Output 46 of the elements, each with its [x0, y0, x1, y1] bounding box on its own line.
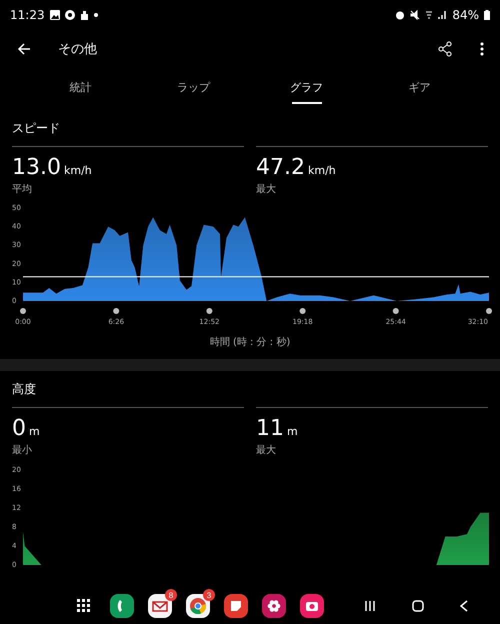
stat-label: 平均 [12, 183, 33, 196]
battery-icon [484, 10, 490, 20]
stat-value: 47.2 [256, 155, 305, 180]
stat-unit: km/h [308, 164, 336, 177]
image-icon [50, 10, 60, 20]
dot-icon [94, 13, 98, 17]
stat-label: 最小 [12, 444, 33, 457]
browser-app-icon[interactable] [186, 594, 210, 618]
circle-icon [64, 10, 75, 20]
stat-unit: m [29, 425, 40, 438]
stat-value: 11 [256, 416, 284, 441]
tab[interactable]: グラフ [250, 68, 363, 110]
mail-app-icon[interactable] [148, 594, 172, 618]
tick-marker [20, 308, 26, 314]
status-time: 11:23 [10, 8, 45, 22]
battery-percentage: 84% [452, 8, 479, 22]
camera-app-icon[interactable] [300, 594, 324, 618]
tick-marker [206, 308, 212, 314]
stat-label: 最大 [256, 444, 277, 457]
stat-unit: m [287, 425, 298, 438]
section-title: スピード [12, 120, 61, 137]
back-icon[interactable] [458, 598, 470, 614]
tab[interactable]: 統計 [24, 68, 137, 110]
tick-marker [113, 308, 120, 314]
notes-app-icon[interactable] [224, 594, 248, 618]
stat-value: 0 [12, 416, 26, 441]
mute-icon [410, 10, 420, 20]
signal-icon [438, 10, 448, 20]
notification-badge: 8 [165, 589, 177, 601]
app-grid-icon[interactable] [77, 599, 91, 613]
axis-title: 時間 (時 : 分 : 秒) [210, 336, 290, 349]
tab[interactable]: ギア [363, 68, 476, 110]
stat-value: 13.0 [12, 155, 61, 180]
tick-marker [300, 308, 306, 314]
home-icon[interactable] [410, 598, 426, 614]
flower-app-icon[interactable] [262, 594, 286, 618]
notification-badge: 3 [203, 589, 215, 601]
section-title: 高度 [12, 381, 37, 398]
stat-unit: km/h [64, 164, 92, 177]
tick-marker [486, 308, 492, 314]
tab[interactable]: ラップ [137, 68, 250, 110]
share-icon[interactable] [436, 39, 454, 59]
stat-label: 最大 [256, 182, 277, 196]
tick-marker [392, 308, 399, 314]
page-title: その他 [58, 41, 97, 58]
phone-app-icon[interactable] [110, 594, 134, 618]
